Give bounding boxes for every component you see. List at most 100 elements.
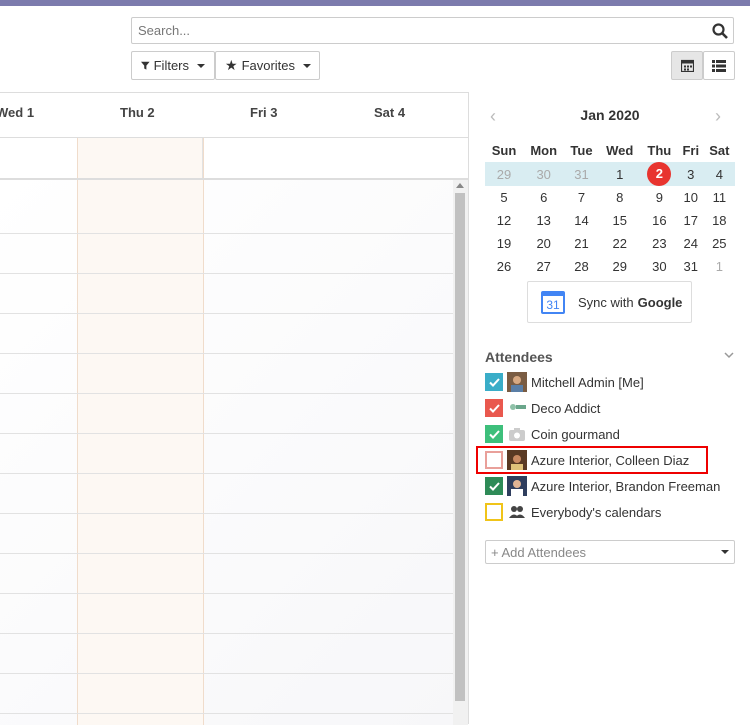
check-icon [488,481,500,491]
day-cell[interactable]: 27 [523,255,564,278]
day-cell[interactable]: 3 [677,162,704,186]
chevron-down-icon[interactable] [723,350,735,360]
day-cell[interactable]: 10 [678,186,704,209]
today-marker: 2 [647,162,672,186]
check-icon [488,403,500,413]
hour-line [0,713,453,714]
attendee-checkbox[interactable] [485,503,503,521]
sidebar-divider [468,92,469,724]
day-cell[interactable]: 8 [599,186,641,209]
google-calendar-icon-text: 31 [546,298,560,312]
day-cell-today[interactable]: 2 [640,162,678,186]
favorites-button[interactable]: ★ Favorites [215,51,320,80]
day-cell[interactable]: 24 [678,232,704,255]
attendee-item[interactable]: Deco Addict [485,397,600,419]
day-cell[interactable]: 22 [599,232,641,255]
day-cell[interactable]: 1 [598,162,641,186]
users-icon [509,506,525,518]
day-cell[interactable]: 11 [704,186,735,209]
all-day-row[interactable] [0,138,468,180]
day-cell[interactable]: 19 [485,232,523,255]
camera-icon [509,428,525,441]
list-view-button[interactable] [703,51,735,80]
day-header-thu: Thu 2 [120,105,155,120]
attendee-name: Mitchell Admin [Me] [531,374,644,390]
day-cell[interactable]: 7 [564,186,598,209]
day-cell[interactable]: 16 [641,209,678,232]
day-cell[interactable]: 20 [523,232,564,255]
google-calendar-icon: 31 [541,291,565,314]
day-cell[interactable]: 5 [485,186,523,209]
search-icon[interactable] [711,22,729,40]
avatar [507,372,527,392]
day-cell[interactable]: 28 [564,255,598,278]
weekday-label: Fri [682,142,700,158]
add-attendees-placeholder: + Add Attendees [491,544,587,560]
day-cell[interactable]: 15 [599,209,641,232]
hour-line [0,273,453,274]
scroll-up-arrow-icon[interactable] [456,183,464,188]
day-cell[interactable]: 31 [564,162,599,186]
day-cell[interactable]: 31 [678,255,704,278]
weekday-label: Sun [491,142,517,158]
filters-button[interactable]: Filters [131,51,215,80]
mini-calendar-table: Sun Mon Tue Wed Thu Fri Sat 29 30 31 1 2… [485,138,735,278]
chevron-down-icon [721,550,729,554]
calendar-view-button[interactable] [671,51,703,80]
hour-line [0,513,453,514]
check-icon [488,429,500,439]
attendee-item[interactable]: Coin gourmand [485,423,620,445]
search-input[interactable] [132,18,704,43]
hour-slots[interactable] [0,180,453,725]
check-icon [488,377,500,387]
attendee-name: Everybody's calendars [531,504,662,520]
weekday-label: Tue [570,142,593,158]
day-cell[interactable]: 29 [599,255,641,278]
day-cell[interactable]: 30 [641,255,678,278]
day-cell[interactable]: 26 [485,255,523,278]
column-divider [202,138,203,178]
day-cell[interactable]: 14 [564,209,598,232]
attendee-checkbox[interactable] [485,399,503,417]
today-column [77,180,204,725]
avatar [507,398,527,418]
attendee-item[interactable]: Everybody's calendars [485,501,661,523]
search-box[interactable] [131,17,734,44]
weekday-label: Mon [530,142,558,158]
attendee-checkbox[interactable] [485,373,503,391]
day-cell[interactable]: 21 [564,232,598,255]
day-cell[interactable]: 12 [485,209,523,232]
sync-google-button[interactable]: 31 Sync with Google [527,281,692,323]
star-icon: ★ [225,57,238,73]
scrollbar-thumb[interactable] [455,193,465,701]
month-title: Jan 2020 [580,107,640,123]
attendee-name: Coin gourmand [531,426,620,442]
attendee-checkbox[interactable] [485,477,503,495]
day-cell[interactable]: 29 [485,162,524,186]
weekday-label: Thu [647,142,672,158]
add-attendees-select[interactable]: + Add Attendees [485,540,735,564]
day-cell[interactable]: 18 [704,209,735,232]
attendee-checkbox[interactable] [485,425,503,443]
day-cell[interactable]: 1 [704,255,735,278]
day-cell[interactable]: 4 [703,162,735,186]
day-cell[interactable]: 9 [641,186,678,209]
attendee-item[interactable]: Mitchell Admin [Me] [485,371,644,393]
day-cell[interactable]: 17 [678,209,704,232]
day-cell[interactable]: 13 [523,209,564,232]
today-column-allday [77,138,204,178]
hour-line [0,233,453,234]
hour-line [0,313,453,314]
sync-label: Sync with [578,294,634,310]
day-header-fri: Fri 3 [250,105,278,120]
day-cell[interactable]: 30 [523,162,565,186]
attendee-item[interactable]: Azure Interior, Brandon Freeman [485,475,720,497]
day-cell[interactable]: 23 [641,232,678,255]
week-calendar-grid[interactable]: Wed 1 Thu 2 Fri 3 Sat 4 [0,92,468,725]
day-cell[interactable]: 25 [704,232,735,255]
chevron-right-icon[interactable]: › [715,106,721,127]
day-cell[interactable]: 6 [523,186,564,209]
selection-highlight [476,446,708,474]
week-header: Wed 1 Thu 2 Fri 3 Sat 4 [0,93,468,138]
filters-label: Filters [153,58,189,73]
